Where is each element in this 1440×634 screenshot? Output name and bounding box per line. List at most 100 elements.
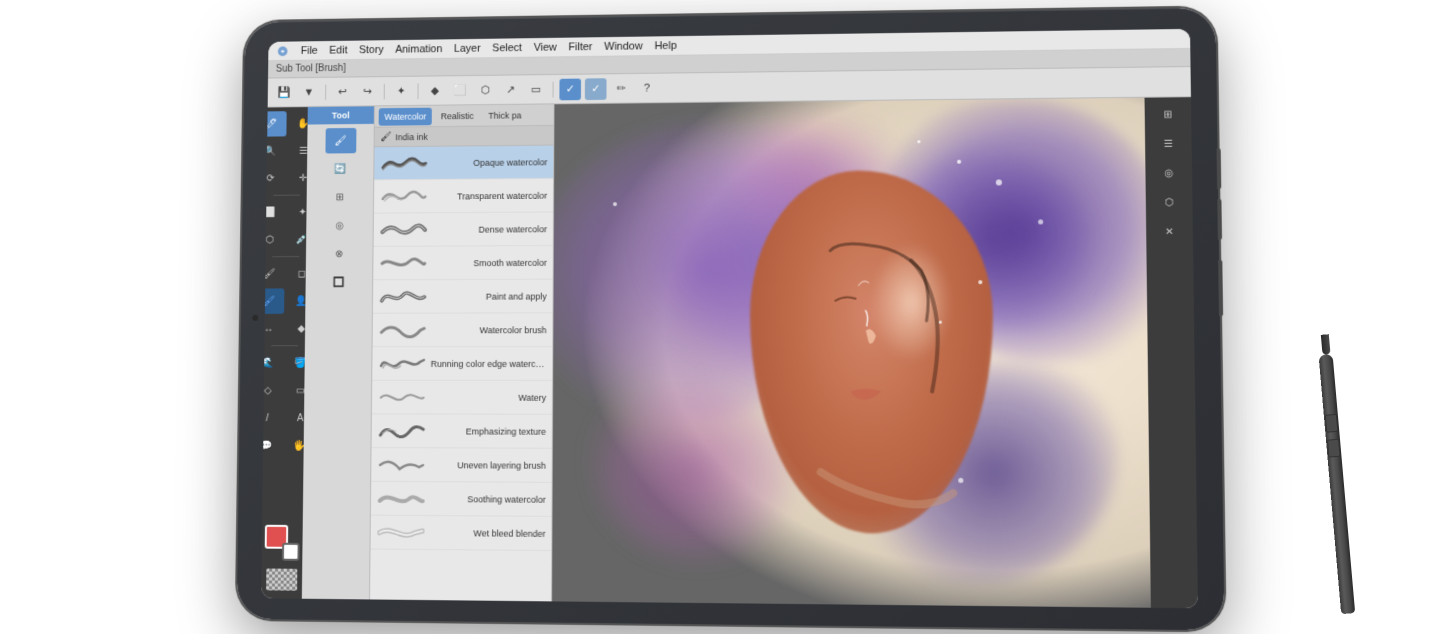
tool-move2[interactable]: ↔ (261, 316, 284, 342)
brush-item-opaque-watercolor[interactable]: Opaque watercolor (374, 146, 553, 181)
app-logo (276, 44, 290, 58)
brush-preview-paint-apply (379, 285, 428, 309)
sub-tool-panel-header: Tool (308, 106, 374, 124)
brush-item-wet-bleed[interactable]: Wet bleed blender (370, 516, 551, 551)
check2-btn[interactable]: ✓ (585, 78, 607, 100)
brush-item-uneven[interactable]: Uneven layering brush (371, 448, 552, 483)
save-cmd-btn[interactable]: 💾 (273, 82, 294, 104)
left-toolbox: 🖊 ✋ 🔍 ☰ ⟳ ✛ ⬜ (261, 107, 308, 599)
brush-item-watercolor-brush[interactable]: Watercolor brush (373, 313, 553, 347)
brush-name-emphasizing: Emphasizing texture (430, 426, 546, 436)
brush-preview-soothing (377, 486, 426, 510)
rotate-btn[interactable]: ↗ (500, 79, 522, 101)
separator-1 (325, 84, 326, 100)
brush-tab-watercolor[interactable]: Watercolor (379, 107, 432, 125)
brush-name-dense: Dense watercolor (432, 224, 547, 235)
stylus-button-1 (1325, 414, 1339, 433)
rect-btn[interactable]: ▭ (525, 78, 547, 100)
menu-select[interactable]: Select (492, 42, 522, 54)
sub-tool-icon-5[interactable]: ⊗ (324, 241, 355, 267)
brush-category-name: India ink (395, 132, 428, 142)
menu-filter[interactable]: Filter (568, 41, 592, 53)
brush-list-scroll[interactable]: Opaque watercolor Transparent watercolor (370, 146, 553, 602)
tool-speech[interactable]: 💬 (261, 433, 282, 459)
stylus-body (1319, 354, 1356, 614)
sub-tool-icon-4[interactable]: ◎ (324, 213, 355, 239)
check-btn[interactable]: ✓ (559, 78, 581, 100)
right-panel-btn-4[interactable]: ⬡ (1152, 189, 1185, 216)
volume-button-up[interactable] (1217, 148, 1222, 189)
tool-blend[interactable]: 🖌 (261, 288, 284, 314)
power-button[interactable] (1218, 260, 1223, 316)
redo-btn[interactable]: ↪ (357, 81, 378, 103)
brush-item-paint-apply[interactable]: Paint and apply (373, 280, 553, 314)
color-checker-swatch[interactable] (266, 569, 297, 591)
brush-tabs: Watercolor Realistic Thick pa (375, 104, 554, 127)
sparkle-5 (978, 280, 982, 284)
brush-name-paint-apply: Paint and apply (431, 291, 546, 301)
brush-item-watery[interactable]: Watery (372, 381, 552, 415)
brush-item-soothing[interactable]: Soothing watercolor (371, 482, 552, 517)
brush-name-watercolor-brush: Watercolor brush (431, 325, 547, 335)
brush-item-emphasizing[interactable]: Emphasizing texture (372, 414, 552, 448)
menu-story[interactable]: Story (359, 44, 384, 56)
menu-help[interactable]: Help (654, 40, 676, 52)
menu-edit[interactable]: Edit (329, 44, 347, 56)
brush-preview-watery (378, 385, 427, 409)
brush-item-dense[interactable]: Dense watercolor (374, 212, 553, 246)
separator-3 (417, 83, 418, 99)
brush-name-transparent: Transparent watercolor (432, 190, 547, 201)
right-panel-btn-1[interactable]: ⊞ (1151, 101, 1184, 128)
brush-item-transparent[interactable]: Transparent watercolor (374, 179, 553, 214)
right-panel-btn-2[interactable]: ☰ (1152, 131, 1185, 158)
sub-tool-icon-6[interactable]: 🔲 (323, 270, 354, 296)
brush-tab-realistic[interactable]: Realistic (435, 107, 480, 125)
brush-preview-uneven (377, 453, 426, 477)
transform-btn[interactable]: ⬡ (475, 79, 497, 101)
fill-btn[interactable]: ◆ (424, 80, 445, 102)
tool-pen[interactable]: 🖊 (261, 111, 287, 137)
crop-btn[interactable]: ⬜ (449, 79, 470, 101)
tool-select-rect[interactable]: ⬜ (261, 200, 285, 226)
right-panel-btn-3[interactable]: ◎ (1152, 160, 1185, 187)
sparkle-4 (1038, 219, 1043, 224)
pen-btn[interactable]: ✏ (610, 77, 632, 99)
screen-bezel: File Edit Story Animation Layer Select V… (261, 29, 1198, 608)
right-panel-btn-5[interactable]: ✕ (1153, 219, 1186, 246)
tool-brush[interactable]: 🖌 (261, 261, 285, 287)
brush-item-running-color[interactable]: Running color edge watercolor (372, 347, 552, 381)
tool-rotate[interactable]: ⟳ (261, 166, 286, 192)
brush-category: 🖌 India ink (375, 126, 554, 147)
background-color[interactable] (282, 543, 300, 561)
brush-name-running-color: Running color edge watercolor (431, 359, 547, 369)
canvas-area[interactable] (552, 98, 1151, 608)
tool-line[interactable]: / (261, 405, 283, 431)
sub-tool-icon-3[interactable]: ⊞ (324, 184, 355, 210)
undo-btn[interactable]: ↩ (332, 81, 353, 103)
menu-window[interactable]: Window (604, 40, 642, 52)
brush-name-wet-bleed: Wet bleed blender (429, 528, 545, 539)
menu-animation[interactable]: Animation (395, 43, 442, 55)
light-btn[interactable]: ✦ (390, 80, 411, 102)
tool-gradient[interactable]: 🌊 (261, 350, 284, 376)
separator-2 (384, 83, 385, 99)
sub-tool-icon-1[interactable]: 🖌 (325, 128, 356, 154)
menu-view[interactable]: View (534, 41, 557, 53)
sub-tool-icon-2[interactable]: 🔄 (325, 156, 356, 182)
app-interface: File Edit Story Animation Layer Select V… (261, 29, 1198, 608)
stylus-button-2 (1327, 439, 1341, 458)
tool-zoom[interactable]: 🔍 (261, 138, 286, 164)
tool-shape[interactable]: ◇ (261, 378, 283, 404)
help-btn[interactable]: ? (636, 77, 658, 99)
menu-file[interactable]: File (301, 45, 318, 57)
sparkle-6 (939, 321, 942, 324)
brush-tab-thick[interactable]: Thick pa (482, 106, 527, 124)
sparkle-8 (613, 202, 617, 206)
dropdown-btn[interactable]: ▼ (298, 81, 319, 103)
brush-name-soothing: Soothing watercolor (430, 494, 546, 505)
brush-item-smooth[interactable]: Smooth watercolor (373, 246, 553, 280)
stylus-tip (1321, 334, 1331, 355)
menu-layer[interactable]: Layer (454, 42, 481, 54)
tool-lasso[interactable]: ⬡ (261, 227, 285, 253)
volume-button-down[interactable] (1217, 199, 1222, 240)
